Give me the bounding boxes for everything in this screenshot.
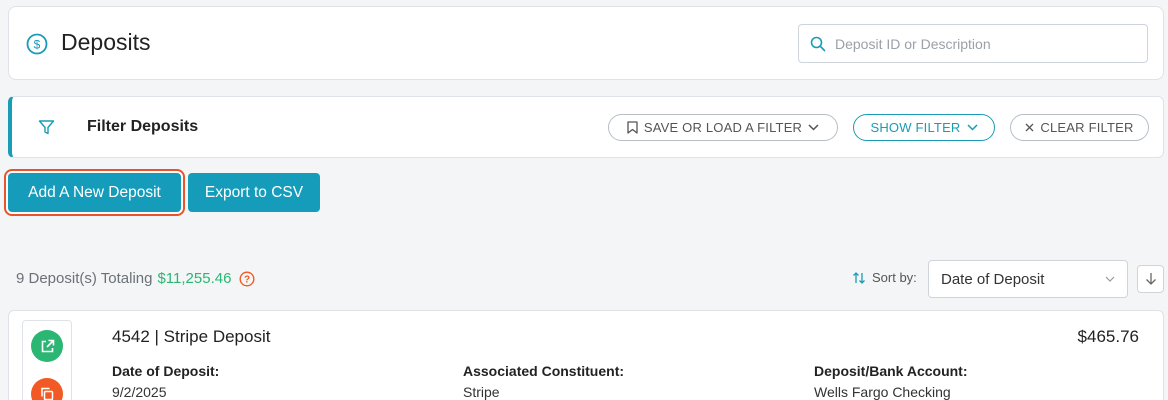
constituent-value: Stripe — [463, 384, 500, 400]
svg-text:?: ? — [244, 274, 250, 285]
page-header: $ Deposits — [8, 6, 1164, 80]
bookmark-icon — [627, 121, 638, 134]
funnel-icon[interactable] — [38, 119, 55, 136]
deposit-actions — [22, 320, 72, 400]
copy-icon — [41, 387, 54, 400]
page-title: Deposits — [61, 29, 151, 55]
save-load-filter-label: SAVE OR LOAD A FILTER — [643, 120, 803, 135]
constituent-label: Associated Constituent: — [463, 363, 625, 379]
close-icon — [1025, 123, 1034, 132]
summary-count: 9 Deposit(s) Totaling — [16, 270, 153, 287]
show-filter-button[interactable]: SHOW FILTER — [853, 114, 995, 141]
open-deposit-button[interactable] — [31, 330, 63, 362]
filter-title: Filter Deposits — [87, 118, 199, 135]
filter-bar: Filter Deposits SAVE OR LOAD A FILTER SH… — [8, 96, 1164, 158]
bank-account-label: Deposit/Bank Account: — [814, 363, 968, 379]
sort-arrows-icon — [853, 271, 865, 284]
deposit-title[interactable]: 4542 | Stripe Deposit — [112, 327, 270, 347]
dollar-circle-icon: $ — [26, 33, 48, 55]
deposit-summary: 9 Deposit(s) Totaling $11,255.46 ? — [16, 270, 255, 287]
chevron-down-icon — [967, 124, 978, 131]
svg-text:$: $ — [34, 38, 41, 52]
save-load-filter-button[interactable]: SAVE OR LOAD A FILTER — [608, 114, 838, 141]
sort-select[interactable]: Date of Deposit — [928, 260, 1128, 298]
show-filter-label: SHOW FILTER — [870, 120, 961, 135]
search-icon — [810, 36, 826, 52]
deposit-amount: $465.76 — [1077, 327, 1139, 346]
export-csv-button[interactable]: Export to CSV — [188, 173, 320, 212]
arrow-down-icon — [1145, 273, 1156, 285]
clear-filter-label: CLEAR FILTER — [1040, 120, 1134, 135]
bank-account-value: Wells Fargo Checking — [814, 384, 951, 400]
chevron-down-icon — [1105, 276, 1115, 282]
add-deposit-button[interactable]: Add A New Deposit — [8, 173, 181, 212]
sort-selected-value: Date of Deposit — [941, 271, 1045, 288]
sort-label-text: Sort by: — [872, 270, 917, 285]
help-icon[interactable]: ? — [239, 270, 255, 287]
search-input[interactable] — [835, 33, 1135, 55]
summary-total: $11,255.46 — [157, 270, 232, 287]
date-value: 9/2/2025 — [112, 384, 167, 400]
deposit-card: 4542 | Stripe Deposit $465.76 Date of De… — [8, 310, 1164, 400]
external-link-icon — [41, 339, 54, 352]
clear-filter-button[interactable]: CLEAR FILTER — [1010, 114, 1149, 141]
chevron-down-icon — [808, 124, 819, 131]
copy-deposit-button[interactable] — [31, 378, 63, 400]
sort-direction-button[interactable] — [1137, 265, 1164, 293]
search-box[interactable] — [798, 24, 1148, 63]
date-label: Date of Deposit: — [112, 363, 220, 379]
sort-label: Sort by: — [852, 270, 917, 285]
